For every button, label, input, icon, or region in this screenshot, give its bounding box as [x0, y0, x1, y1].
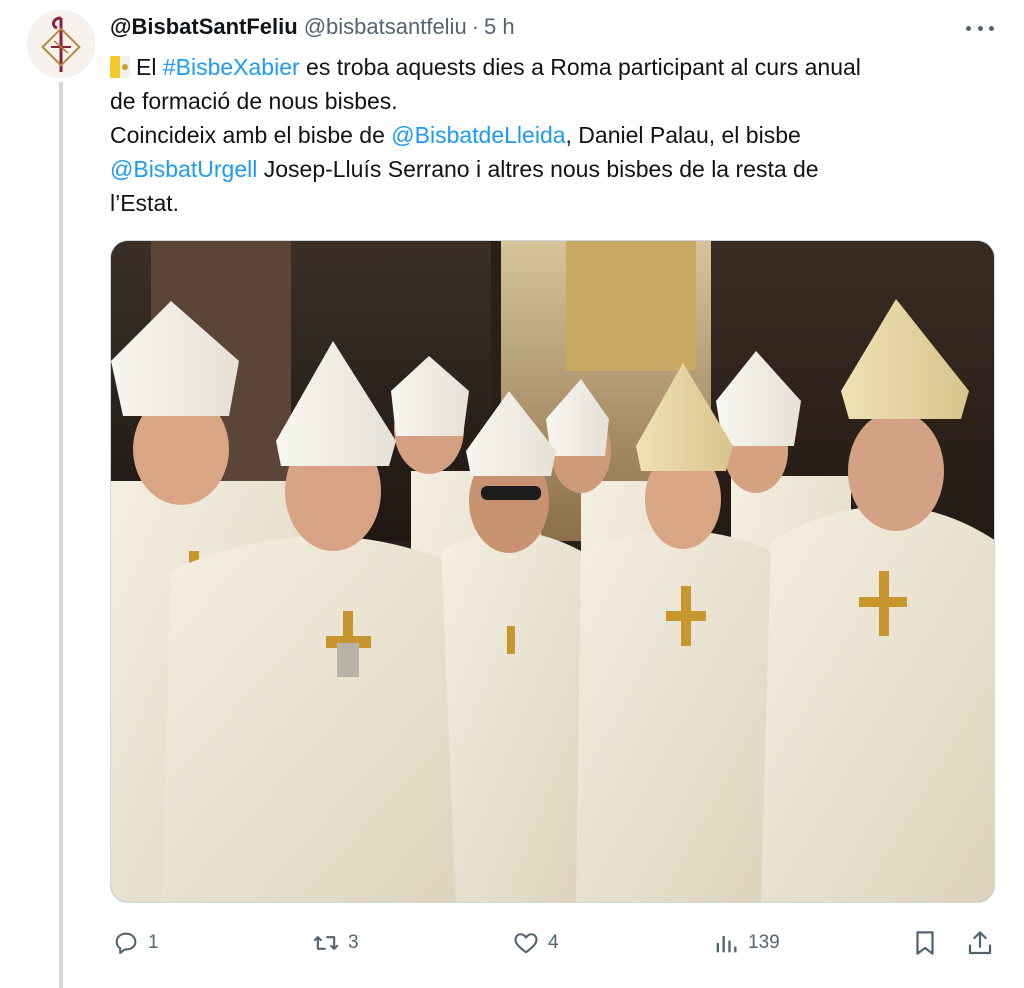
tweet-photo[interactable]	[110, 240, 995, 903]
retweet-icon	[313, 936, 339, 950]
reply-icon	[115, 932, 137, 954]
retweet-button[interactable]: 3	[310, 926, 359, 960]
avatar[interactable]	[27, 10, 95, 78]
bookmark-button[interactable]	[910, 926, 946, 960]
tweet-text-segment: de formació de nous bisbes.	[110, 88, 398, 114]
timestamp[interactable]: 5 h	[484, 14, 515, 40]
tweet-text-segment: l’Estat.	[110, 190, 180, 216]
vatican-flag-icon	[110, 56, 130, 78]
user-handle[interactable]: @bisbatsantfeliu	[304, 14, 467, 40]
tweet-text-segment: es troba aquests dies a Roma participant…	[299, 54, 861, 80]
reply-button[interactable]: 1	[110, 926, 159, 960]
mention-link-urgell[interactable]: @BisbatUrgell	[110, 156, 257, 182]
share-button[interactable]	[965, 926, 1001, 960]
tweet-line: @BisbatUrgell Josep-Lluís Serrano i altr…	[110, 152, 990, 186]
more-icon[interactable]	[966, 18, 994, 38]
separator: ·	[471, 14, 480, 39]
display-name[interactable]: @BisbatSantFeliu	[110, 14, 298, 40]
tweet-text: El #BisbeXabier es troba aquests dies a …	[110, 50, 990, 220]
share-icon	[968, 931, 992, 955]
tweet-line: l’Estat.	[110, 186, 990, 220]
tweet-line: Coincideix amb el bisbe de @BisbatdeLlei…	[110, 118, 990, 152]
tweet-text-segment: Coincideix amb el bisbe de	[110, 122, 392, 148]
tweet-text-segment: El	[136, 54, 163, 80]
like-count: 4	[548, 932, 559, 953]
thread-line	[59, 82, 63, 988]
tweet-actions: 1 3 4 139	[110, 926, 995, 960]
tweet-text-segment: Josep-Lluís Serrano i altres nous bisbes…	[257, 156, 819, 182]
like-button[interactable]: 4	[510, 926, 559, 960]
mention-link-lleida[interactable]: @BisbatdeLleida	[391, 122, 565, 148]
tweet-text-segment: , Daniel Palau, el bisbe	[565, 122, 801, 148]
bishops-photo	[111, 241, 994, 902]
heart-icon	[514, 933, 538, 954]
tweet-line: El #BisbeXabier es troba aquests dies a …	[110, 50, 990, 84]
diocese-logo-icon	[41, 16, 81, 72]
reply-count: 1	[148, 932, 159, 953]
bookmark-icon	[916, 931, 934, 955]
views-icon	[716, 936, 737, 953]
views-count: 139	[748, 932, 780, 953]
views-button[interactable]: 139	[710, 926, 780, 960]
tweet-header: @BisbatSantFeliu @bisbatsantfeliu · 5 h	[110, 12, 515, 42]
tweet-line: de formació de nous bisbes.	[110, 84, 990, 118]
retweet-count: 3	[348, 932, 359, 953]
hashtag-link[interactable]: #BisbeXabier	[163, 54, 300, 80]
